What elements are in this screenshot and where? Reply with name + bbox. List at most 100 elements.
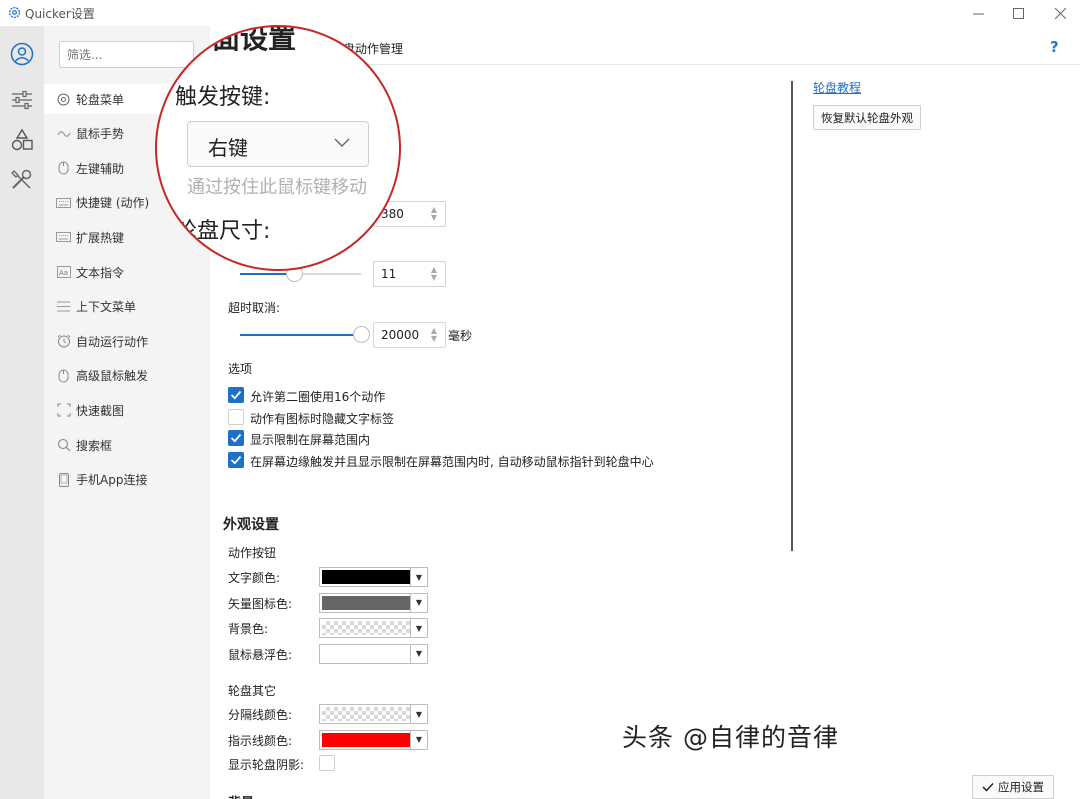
dropdown-arrow-icon[interactable]: ▼: [410, 568, 427, 586]
timeout-slider[interactable]: [240, 326, 370, 343]
color-swatch: [322, 732, 410, 747]
nav-item-label: 文本指令: [76, 265, 125, 280]
color-picker[interactable]: ▼: [319, 704, 428, 724]
wave-icon: [56, 126, 71, 141]
dropdown-arrow-icon[interactable]: ▼: [410, 644, 427, 663]
maximize-button[interactable]: [1003, 2, 1033, 24]
text-icon: Aa: [56, 265, 71, 280]
shapes-icon: [11, 128, 33, 151]
spin-arrows-icon[interactable]: ▲ ▼: [429, 206, 439, 222]
dropdown-arrow-icon[interactable]: ▼: [410, 593, 427, 612]
slider-2-spinbox[interactable]: 11 ▲ ▼: [373, 261, 446, 287]
color-swatch: [322, 621, 410, 635]
svg-text:Aa: Aa: [59, 269, 68, 277]
shadow-label: 显示轮盘阴影:: [228, 758, 305, 772]
filter-input[interactable]: [59, 41, 194, 68]
nav-item-label: 快速截图: [76, 403, 125, 418]
color-picker[interactable]: ▼: [319, 643, 428, 664]
nav-item-6[interactable]: 上下文菜单: [44, 292, 210, 322]
wheel-other-title: 轮盘其它: [228, 684, 277, 698]
window-title: Quicker设置: [25, 7, 95, 21]
dropdown-arrow-icon[interactable]: ▼: [410, 619, 427, 637]
rail-sliders[interactable]: [0, 82, 44, 118]
restore-default-button[interactable]: 恢复默认轮盘外观: [813, 105, 921, 130]
nav-item-7[interactable]: 自动运行动作: [44, 326, 210, 356]
option-label: 在屏幕边缘触发并且显示限制在屏幕范围内时, 自动移动鼠标指针到轮盘中心: [250, 454, 654, 469]
color-label: 指示线颜色:: [228, 733, 293, 748]
option-checkbox[interactable]: [228, 408, 244, 425]
crop-icon: [56, 403, 71, 418]
color-picker[interactable]: ▼: [319, 567, 428, 587]
option-checkbox[interactable]: [228, 387, 244, 403]
trigger-key-label: 触发按键:: [175, 85, 271, 110]
shadow-checkbox[interactable]: [319, 755, 335, 771]
appearance-title: 外观设置: [223, 517, 279, 533]
tutorial-link[interactable]: 轮盘教程: [813, 79, 861, 96]
color-swatch: [322, 707, 410, 721]
vertical-divider: [791, 81, 793, 551]
timeout-spinbox[interactable]: 20000 ▲ ▼: [373, 322, 446, 348]
nav-item-label: 扩展热键: [76, 230, 125, 245]
magnified-page-title: 面设置: [212, 25, 297, 55]
menu-icon: [56, 299, 71, 314]
check-icon: [982, 782, 994, 792]
magnifier-overlay: 面设置 触发按键: 右键 通过按住此鼠标键移动 轮盘尺寸:: [155, 25, 401, 271]
nav-item-label: 自动运行动作: [76, 334, 149, 349]
nav-item-5[interactable]: Aa 文本指令: [44, 257, 210, 287]
rail-user[interactable]: [0, 36, 44, 72]
color-picker[interactable]: ▼: [319, 618, 428, 638]
phone-icon: [56, 472, 71, 487]
alarm-icon: [56, 334, 71, 349]
rail-tools[interactable]: [0, 162, 44, 198]
chevron-down-icon: [334, 138, 350, 147]
wheel-size-label: 轮盘尺寸:: [175, 219, 271, 244]
dropdown-arrow-icon[interactable]: ▼: [410, 730, 427, 749]
trigger-key-value: 右键: [208, 136, 248, 160]
minimize-button[interactable]: [963, 2, 993, 24]
timeout-value: 20000: [381, 328, 420, 342]
apply-settings-button[interactable]: 应用设置: [972, 775, 1054, 799]
nav-item-label: 上下文菜单: [76, 300, 137, 315]
nav-item-8[interactable]: 高级鼠标触发: [44, 361, 210, 391]
help-button[interactable]: ?: [1050, 38, 1059, 56]
option-checkbox[interactable]: [228, 451, 244, 468]
spin-arrows-icon[interactable]: ▲ ▼: [429, 327, 439, 343]
spin-arrows-icon[interactable]: ▲ ▼: [429, 266, 439, 282]
title-bar: Quicker设置: [0, 0, 1080, 26]
dropdown-arrow-icon[interactable]: ▼: [410, 705, 427, 723]
option-label: 允许第二圈使用16个动作: [250, 390, 386, 404]
color-label: 文字颜色:: [228, 571, 281, 585]
mouse-icon: [56, 368, 71, 383]
action-button-title: 动作按钮: [228, 546, 277, 560]
watermark-text: 头条 @自律的音律: [622, 723, 839, 752]
apply-settings-label: 应用设置: [998, 780, 1044, 794]
nav-item-9[interactable]: 快速截图: [44, 395, 210, 425]
color-picker[interactable]: ▼: [319, 729, 428, 750]
close-button[interactable]: [1045, 2, 1075, 24]
close-icon: [1054, 7, 1066, 19]
mouse-icon: [56, 161, 71, 176]
search-icon: [56, 438, 71, 453]
color-swatch: [322, 570, 410, 584]
color-label: 矢量图标色:: [228, 596, 293, 611]
nav-item-10[interactable]: 搜索框: [44, 430, 210, 460]
color-picker[interactable]: ▼: [319, 592, 428, 613]
maximize-icon: [1012, 7, 1024, 19]
slider-2[interactable]: [240, 265, 361, 282]
nav-item-label: 手机App连接: [76, 473, 148, 488]
color-label: 背景色:: [228, 622, 269, 636]
nav-item-label: 左键辅助: [76, 161, 125, 176]
rail-shapes[interactable]: [0, 122, 44, 158]
nav-item-label: 轮盘菜单: [76, 92, 125, 107]
quicker-settings-window: Quicker设置 筛选... 轮盘菜单 鼠标手势 左键辅助 快捷键 (动作) …: [0, 0, 1080, 799]
option-label: 动作有图标时隐藏文字标签: [250, 411, 395, 426]
timeout-slider-thumb[interactable]: [353, 326, 370, 343]
trigger-key-select[interactable]: 右键: [187, 121, 369, 167]
nav-item-11[interactable]: 手机App连接: [44, 465, 210, 495]
nav-item-label: 搜索框: [76, 438, 113, 453]
wheel-icon: [56, 92, 71, 107]
color-label: 鼠标悬浮色:: [228, 647, 293, 662]
trigger-key-hint: 通过按住此鼠标键移动: [187, 177, 367, 198]
background-section-title: 背景: [228, 792, 254, 799]
option-checkbox[interactable]: [228, 430, 244, 446]
